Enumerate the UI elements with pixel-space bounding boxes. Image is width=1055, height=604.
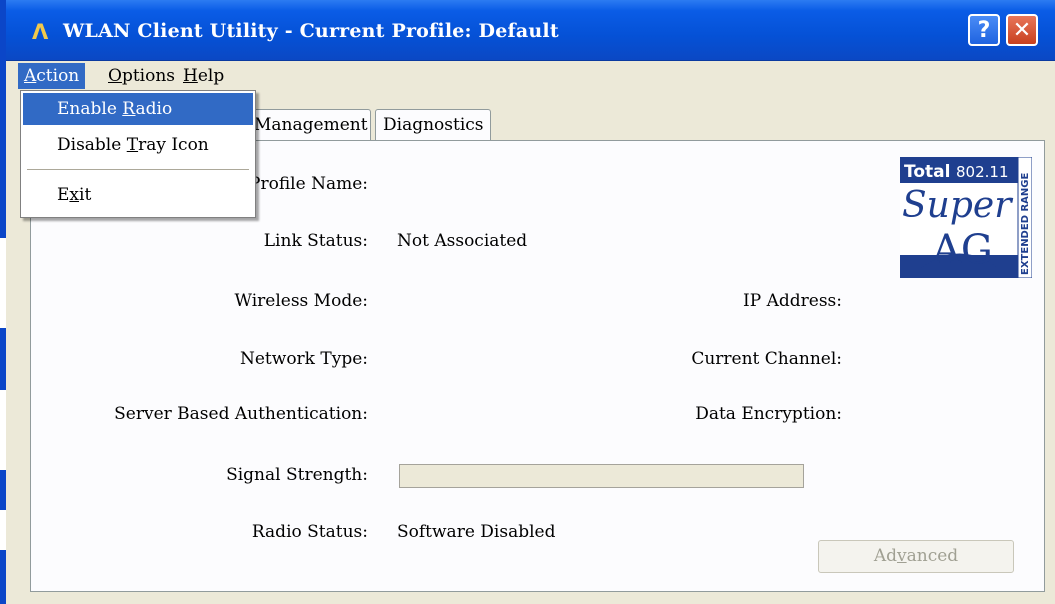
menu-action[interactable]: Action xyxy=(18,63,86,89)
logo-total-text: Total xyxy=(904,162,950,182)
link-status-label: Link Status: xyxy=(263,231,368,251)
title-bar[interactable]: Λ WLAN Client Utility - Current Profile:… xyxy=(6,0,1055,61)
network-type-label: Network Type: xyxy=(240,349,368,369)
signal-strength-label: Signal Strength: xyxy=(226,465,368,485)
wlan-client-window: Λ WLAN Client Utility - Current Profile:… xyxy=(6,0,1055,604)
action-dropdown-menu: Enable Radio Disable Tray Icon Exit xyxy=(20,90,256,218)
logo-extended-range-text: EXTENDED RANGE xyxy=(1020,173,1031,275)
menu-help[interactable]: Help xyxy=(177,63,230,89)
tab-diagnostics[interactable]: Diagnostics xyxy=(375,109,491,141)
current-channel-label: Current Channel: xyxy=(691,349,842,369)
link-status-value: Not Associated xyxy=(397,231,528,251)
window-title: WLAN Client Utility - Current Profile: D… xyxy=(63,20,559,42)
advanced-button[interactable]: Advanced xyxy=(818,540,1014,573)
signal-strength-bar xyxy=(399,464,804,488)
tab-management[interactable]: Management xyxy=(246,109,371,141)
menu-item-disable-tray-icon[interactable]: Disable Tray Icon xyxy=(23,129,253,161)
menu-bar: Action Options Help xyxy=(6,61,1055,91)
app-icon: Λ xyxy=(32,20,49,44)
ip-address-label: IP Address: xyxy=(743,291,842,311)
close-button[interactable]: ✕ xyxy=(1006,14,1038,46)
menu-separator xyxy=(27,169,249,170)
close-icon: ✕ xyxy=(1012,17,1032,43)
logo-standard-text: 802.11 xyxy=(956,163,1009,181)
data-encryption-label: Data Encryption: xyxy=(695,404,842,424)
super-ag-logo-graphic: Total 802.11 Super AG EXTENDED RANGE xyxy=(900,157,1032,278)
menu-item-enable-radio[interactable]: Enable Radio xyxy=(23,93,253,125)
profile-name-label: Profile Name: xyxy=(249,174,368,194)
super-ag-logo: Total 802.11 Super AG EXTENDED RANGE xyxy=(900,157,1032,278)
radio-status-label: Radio Status: xyxy=(251,522,368,542)
logo-ag-text: AG xyxy=(931,227,993,273)
question-mark-icon: ? xyxy=(977,17,991,43)
menu-options[interactable]: Options xyxy=(102,63,181,89)
wireless-mode-label: Wireless Mode: xyxy=(234,291,368,311)
radio-status-value: Software Disabled xyxy=(397,522,556,542)
server-auth-label: Server Based Authentication: xyxy=(114,404,368,424)
logo-super-text: Super xyxy=(902,185,1013,226)
help-button[interactable]: ? xyxy=(968,14,1000,46)
menu-item-exit[interactable]: Exit xyxy=(23,179,253,211)
